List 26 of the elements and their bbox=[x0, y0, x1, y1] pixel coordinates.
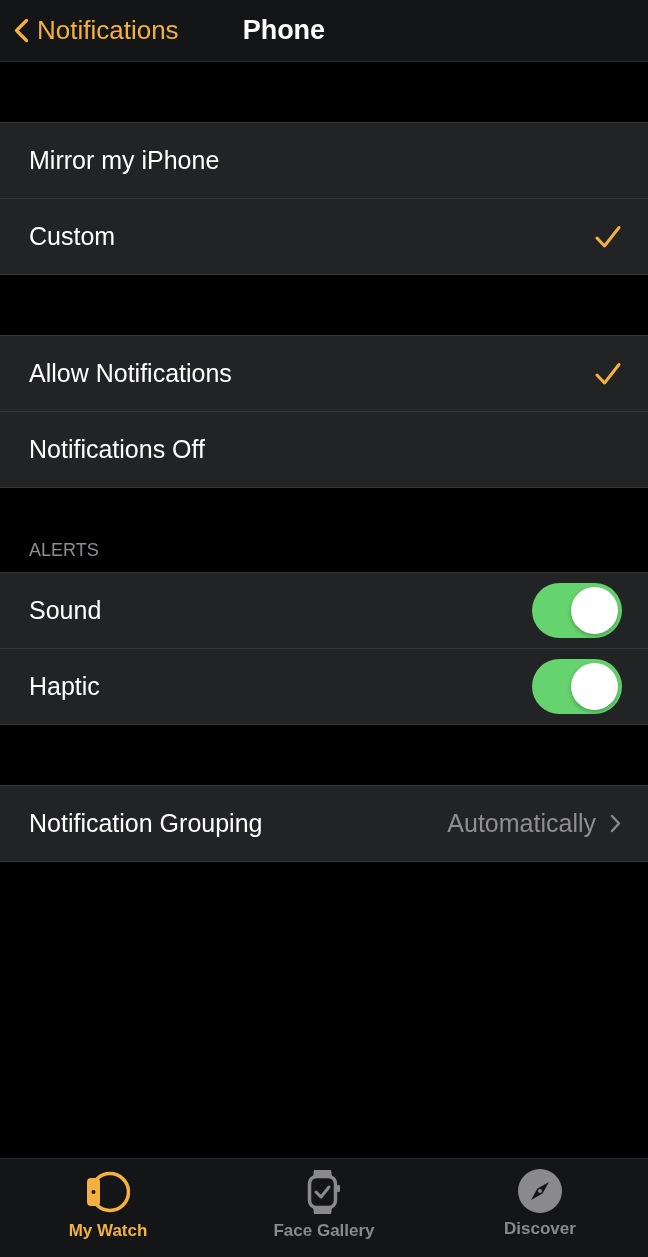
section-header: ALERTS bbox=[28, 539, 99, 562]
back-button[interactable]: Notifications bbox=[0, 8, 179, 53]
watch-check-icon bbox=[307, 1169, 341, 1215]
tab-button[interactable]: Face Gallery bbox=[216, 1159, 432, 1243]
option-row[interactable]: Mirror my iPhone bbox=[0, 123, 648, 199]
option-row[interactable]: Custom bbox=[0, 199, 648, 275]
option-label: Allow Notifications bbox=[29, 359, 233, 388]
tab-button[interactable]: Discover bbox=[432, 1159, 648, 1243]
option-row[interactable]: Notifications Off bbox=[0, 412, 648, 488]
setting-label: Haptic bbox=[29, 672, 101, 701]
setting-label: Sound bbox=[29, 596, 103, 625]
toggle-switch[interactable] bbox=[532, 659, 622, 714]
chevron-right-icon bbox=[610, 814, 621, 833]
setting-value: Automatically bbox=[447, 809, 596, 838]
option-label: Mirror my iPhone bbox=[29, 146, 221, 175]
setting-row[interactable]: Notification Grouping Automatically bbox=[0, 786, 648, 862]
option-label: Notifications Off bbox=[29, 435, 206, 464]
toggle-switch[interactable] bbox=[532, 583, 622, 638]
option-row[interactable]: Allow Notifications bbox=[0, 336, 648, 412]
compass-icon bbox=[518, 1169, 562, 1213]
watch-icon bbox=[86, 1169, 130, 1215]
setting-label: Notification Grouping bbox=[29, 809, 264, 838]
tab-button[interactable]: My Watch bbox=[0, 1159, 216, 1243]
screen-title: Phone bbox=[242, 15, 326, 46]
back-chevron-icon bbox=[14, 18, 29, 43]
option-label: Custom bbox=[29, 222, 117, 251]
